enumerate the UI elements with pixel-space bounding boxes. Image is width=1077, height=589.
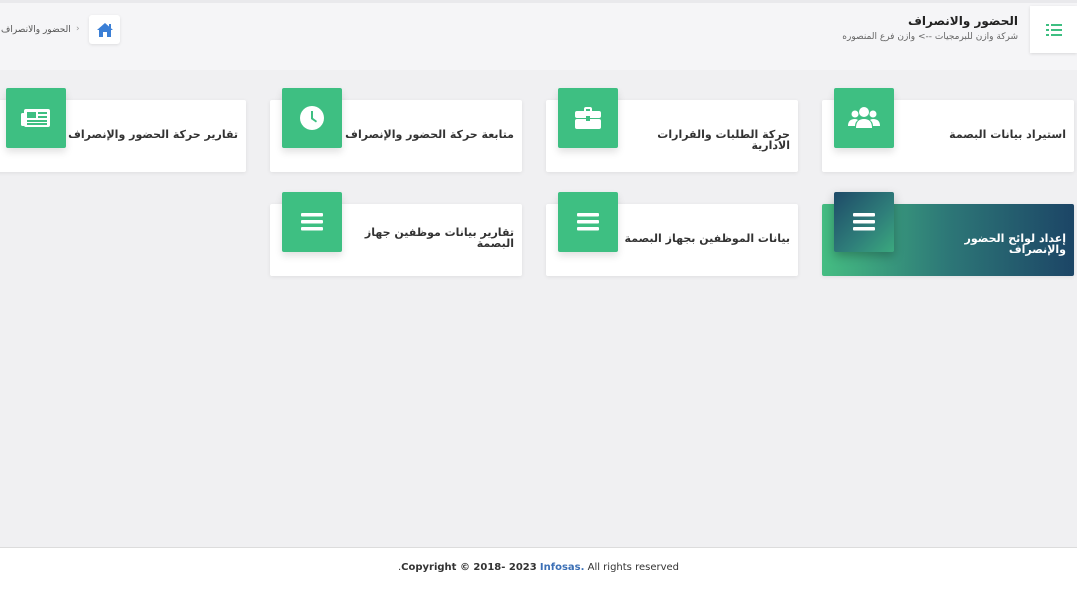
- card-icon-box: [282, 88, 342, 148]
- card-label: بيانات الموظفين بجهاز البصمة: [624, 232, 790, 245]
- card-admin-requests[interactable]: حركة الطلبات والقرارات الادارية: [546, 88, 798, 172]
- footer-brand-link[interactable]: Infosas.: [540, 562, 585, 573]
- card-label: إعداد لوائح الحضور والإنصراف: [964, 232, 1066, 256]
- card-attendance-rules-setup[interactable]: إعداد لوائح الحضور والإنصراف: [822, 192, 1074, 276]
- card-icon-box: [834, 192, 894, 252]
- footer: .Copyright © 2018- 2023 Infosas. All rig…: [0, 547, 1077, 589]
- card-label: استيراد بيانات البصمة: [949, 128, 1066, 141]
- card-icon-box: [558, 88, 618, 148]
- card-employees-fingerprint-device[interactable]: بيانات الموظفين بجهاز البصمة: [546, 192, 798, 276]
- menu-toggle-button[interactable]: [1030, 6, 1077, 53]
- card-icon-box: [834, 88, 894, 148]
- card-attendance-tracking[interactable]: متابعة حركة الحضور والإنصراف: [270, 88, 522, 172]
- bars-icon: [577, 213, 599, 231]
- card-label: حركة الطلبات والقرارات الادارية: [657, 128, 790, 152]
- footer-rights: All rights reserved: [587, 562, 680, 573]
- users-icon: [848, 107, 880, 128]
- footer-copyright: .Copyright © 2018- 2023 Infosas. All rig…: [398, 562, 679, 573]
- card-label: متابعة حركة الحضور والإنصراف: [345, 128, 514, 141]
- page-subtitle: شركة وازن للبرمجيات --> وازن فرع المنصور…: [842, 32, 1018, 42]
- list-icon: [1045, 23, 1062, 36]
- card-icon-box: [282, 192, 342, 252]
- page-title: الحضور والانصراف: [907, 14, 1018, 28]
- card-label: تقارير بيانات موظفين جهاز البصمة: [364, 226, 514, 250]
- breadcrumb-separator: ›: [76, 24, 80, 34]
- bars-icon: [853, 213, 875, 231]
- footer-copyright-text: Copyright © 2018- 2023: [401, 562, 537, 573]
- top-bar: الحضور والانصراف شركة وازن للبرمجيات -->…: [0, 0, 1077, 70]
- newspaper-icon: [21, 109, 50, 127]
- card-label: تقارير حركة الحضور والإنصراف: [68, 128, 238, 141]
- card-attendance-reports[interactable]: تقارير حركة الحضور والإنصراف: [0, 88, 246, 172]
- card-employees-device-reports[interactable]: تقارير بيانات موظفين جهاز البصمة: [270, 192, 522, 276]
- home-icon: [96, 22, 113, 37]
- card-icon-box: [6, 88, 66, 148]
- breadcrumb-current: الحضور والانصراف: [1, 25, 71, 35]
- breadcrumb-home-button[interactable]: [89, 15, 120, 44]
- briefcase-icon: [575, 107, 601, 129]
- card-icon-box: [558, 192, 618, 252]
- bars-icon: [301, 213, 323, 231]
- card-import-fingerprint[interactable]: استيراد بيانات البصمة: [822, 88, 1074, 172]
- clock-icon: [300, 106, 324, 130]
